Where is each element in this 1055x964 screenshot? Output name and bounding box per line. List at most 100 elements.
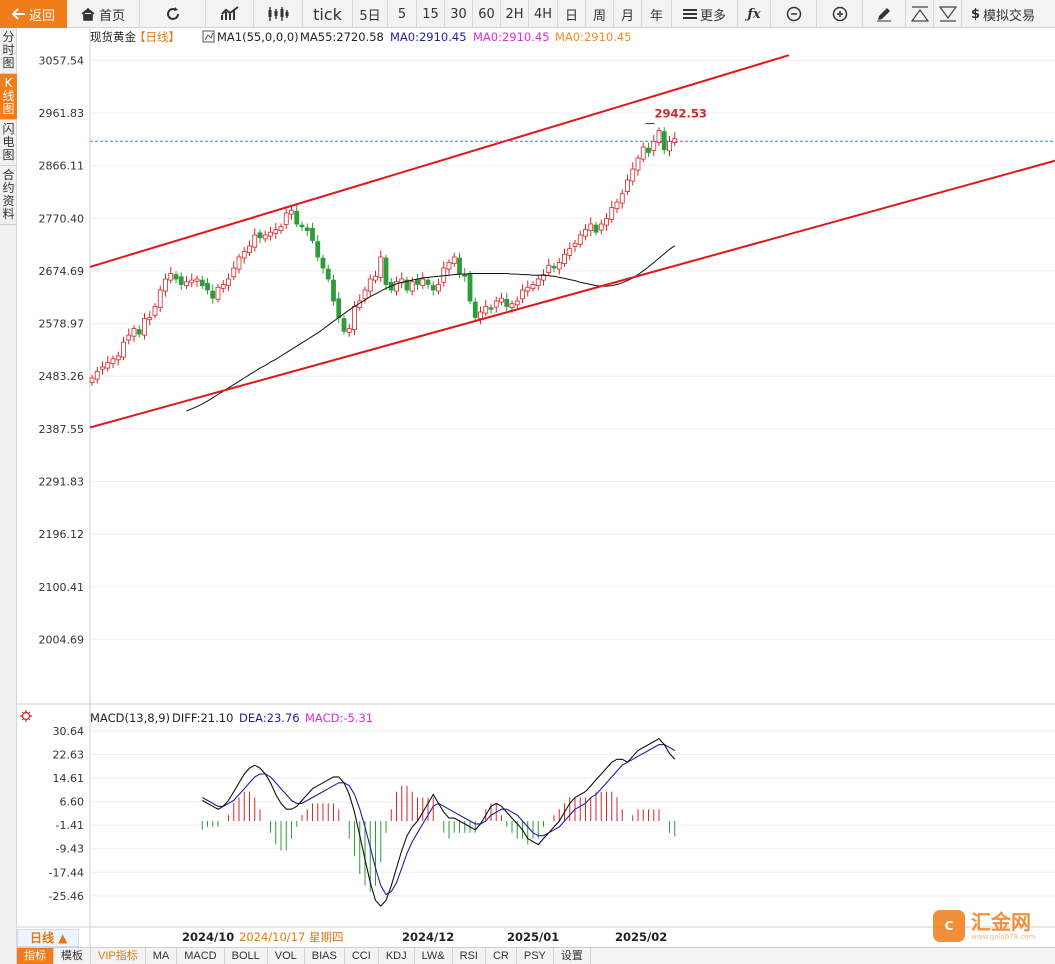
- candle[interactable]: [415, 274, 420, 290]
- candle[interactable]: [378, 250, 384, 282]
- zoom-in-button[interactable]: [817, 0, 863, 28]
- candle[interactable]: [294, 204, 300, 228]
- candle[interactable]: [514, 296, 520, 309]
- macd-pane[interactable]: [201, 738, 676, 908]
- candle[interactable]: [131, 325, 137, 342]
- tab-vip-indicators[interactable]: VIP指标: [91, 948, 146, 964]
- tab-lw[interactable]: LW&: [415, 948, 453, 964]
- arrow-up-button[interactable]: [906, 0, 934, 28]
- period-15m-button[interactable]: 15: [417, 0, 445, 28]
- tab-rsi[interactable]: RSI: [453, 948, 486, 964]
- tab-ma[interactable]: MA: [146, 948, 178, 964]
- candle[interactable]: [604, 213, 609, 231]
- candle[interactable]: [593, 221, 599, 236]
- tab-settings[interactable]: 设置: [554, 948, 591, 964]
- candle[interactable]: [493, 296, 499, 313]
- candle[interactable]: [94, 367, 100, 384]
- candle[interactable]: [126, 328, 132, 345]
- candle[interactable]: [262, 230, 268, 243]
- formula-button[interactable]: ƒx: [738, 0, 771, 28]
- draw-button[interactable]: [863, 0, 906, 28]
- candle[interactable]: [168, 266, 174, 284]
- candle[interactable]: [383, 254, 389, 290]
- candle[interactable]: [283, 208, 289, 229]
- tab-flash-chart[interactable]: 闪电图: [0, 120, 17, 166]
- candle[interactable]: [625, 174, 630, 195]
- candle[interactable]: [252, 228, 258, 252]
- candle[interactable]: [157, 285, 163, 312]
- candle[interactable]: [404, 276, 410, 294]
- candle[interactable]: [247, 240, 252, 256]
- arrow-down-button[interactable]: [934, 0, 962, 28]
- candle[interactable]: [310, 222, 315, 244]
- candle[interactable]: [257, 229, 263, 244]
- candle[interactable]: [656, 127, 662, 146]
- chart-area[interactable]: 3057.54 2961.83 2866.11 2770.40 2674.69 2578.…: [17, 28, 1055, 947]
- candle[interactable]: [399, 272, 405, 289]
- candle[interactable]: [640, 142, 646, 163]
- home-button[interactable]: 首页: [67, 0, 140, 28]
- candle[interactable]: [425, 276, 431, 289]
- tab-cr[interactable]: CR: [486, 948, 517, 964]
- channel-lower-line[interactable]: [89, 159, 1055, 429]
- candle[interactable]: [530, 281, 536, 292]
- tab-templates[interactable]: 模板: [54, 948, 91, 964]
- period-30m-button[interactable]: 30: [445, 0, 473, 28]
- candle[interactable]: [441, 261, 447, 287]
- line-chart-button[interactable]: [206, 0, 254, 28]
- candle[interactable]: [373, 270, 378, 284]
- candle[interactable]: [273, 222, 279, 239]
- candle[interactable]: [661, 127, 667, 155]
- candle[interactable]: [136, 325, 142, 338]
- candle[interactable]: [562, 248, 567, 267]
- candle[interactable]: [315, 235, 321, 262]
- price-pane[interactable]: 2942.53: [89, 54, 1055, 429]
- channel-upper-line[interactable]: [89, 54, 790, 268]
- candle[interactable]: [105, 356, 111, 372]
- zoom-out-button[interactable]: [771, 0, 817, 28]
- tab-contract-info[interactable]: 合约资料: [0, 166, 17, 225]
- candle[interactable]: [556, 258, 562, 275]
- candle[interactable]: [572, 239, 578, 253]
- candle[interactable]: [667, 136, 672, 157]
- candle[interactable]: [231, 261, 237, 281]
- period-4h-button[interactable]: 4H: [529, 0, 558, 28]
- candle[interactable]: [504, 292, 510, 311]
- candle[interactable]: [541, 269, 546, 286]
- candle[interactable]: [215, 283, 221, 303]
- tab-boll[interactable]: BOLL: [225, 948, 268, 964]
- candle[interactable]: [147, 310, 153, 326]
- candle[interactable]: [394, 276, 399, 296]
- period-selector[interactable]: 日线 ▲: [17, 929, 79, 947]
- candle[interactable]: [121, 336, 126, 361]
- candle[interactable]: [110, 355, 116, 369]
- candle[interactable]: [100, 361, 105, 375]
- candle[interactable]: [635, 154, 641, 176]
- period-60m-button[interactable]: 60: [473, 0, 501, 28]
- candle[interactable]: [520, 284, 525, 304]
- tab-cci[interactable]: CCI: [345, 948, 379, 964]
- candle[interactable]: [115, 351, 121, 366]
- candle[interactable]: [420, 272, 426, 289]
- tab-time-chart[interactable]: 分时图: [0, 28, 17, 74]
- period-week-button[interactable]: 周: [586, 0, 614, 28]
- candle[interactable]: [184, 276, 189, 289]
- candle[interactable]: [614, 198, 620, 213]
- candle[interactable]: [304, 223, 310, 237]
- candle[interactable]: [152, 303, 158, 319]
- candle[interactable]: [462, 268, 468, 282]
- candle[interactable]: [226, 273, 231, 292]
- candle[interactable]: [299, 221, 305, 232]
- candle[interactable]: [488, 304, 494, 314]
- back-button[interactable]: 返回: [0, 0, 67, 28]
- candle[interactable]: [535, 274, 541, 290]
- period-day-button[interactable]: 日: [558, 0, 586, 28]
- candle[interactable]: [451, 252, 457, 267]
- candle[interactable]: [325, 264, 331, 283]
- period-month-button[interactable]: 月: [614, 0, 642, 28]
- simulate-trade-button[interactable]: $ 模拟交易: [962, 0, 1044, 28]
- candle[interactable]: [331, 274, 336, 306]
- tab-vol[interactable]: VOL: [268, 948, 305, 964]
- candle[interactable]: [483, 299, 489, 317]
- candle[interactable]: [588, 217, 594, 237]
